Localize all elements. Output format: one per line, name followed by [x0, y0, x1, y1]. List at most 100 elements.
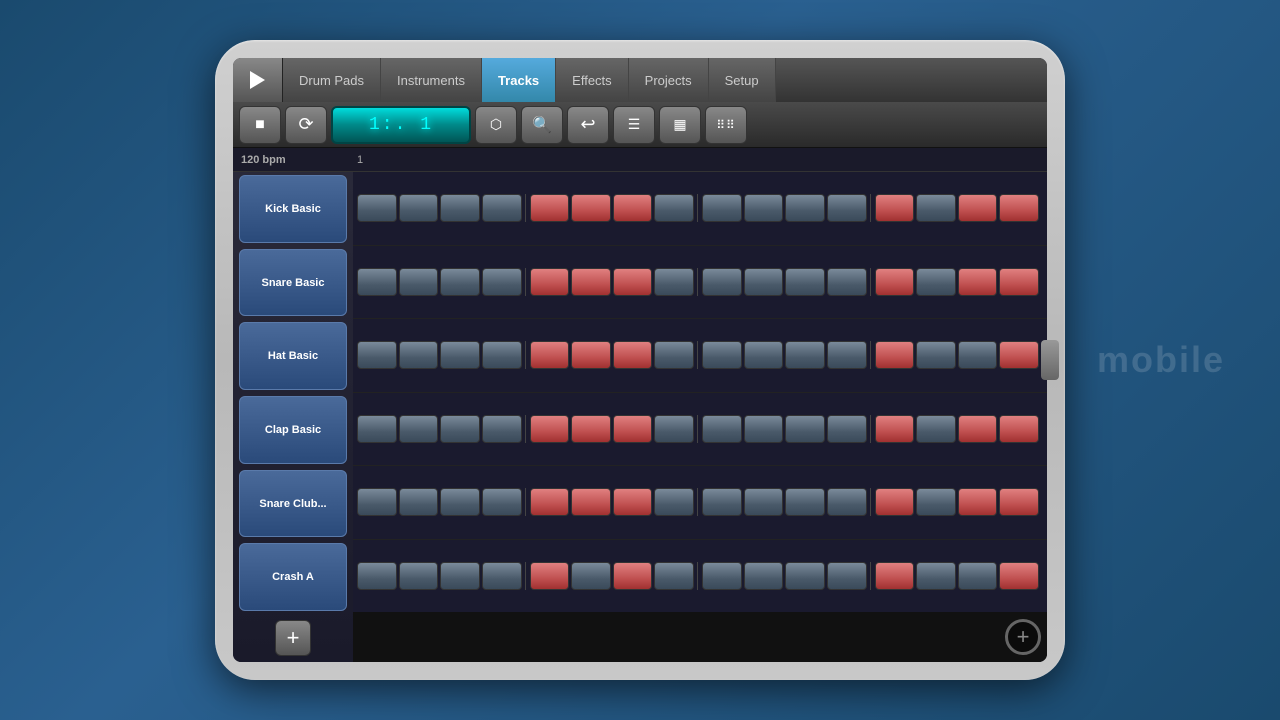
pad[interactable] — [999, 341, 1039, 369]
search-button[interactable]: 🔍 — [521, 106, 563, 144]
track-label-hat[interactable]: Hat Basic — [239, 322, 347, 390]
pad[interactable] — [654, 268, 694, 296]
pad[interactable] — [744, 488, 784, 516]
pad[interactable] — [440, 341, 480, 369]
pad[interactable] — [875, 194, 915, 222]
pad[interactable] — [702, 562, 742, 590]
pad[interactable] — [613, 341, 653, 369]
pad[interactable] — [399, 488, 439, 516]
pad[interactable] — [482, 488, 522, 516]
tab-instruments[interactable]: Instruments — [381, 58, 482, 102]
track-label-snare[interactable]: Snare Basic — [239, 249, 347, 317]
tab-setup[interactable]: Setup — [709, 58, 776, 102]
pad[interactable] — [357, 415, 397, 443]
pad[interactable] — [613, 268, 653, 296]
pad[interactable] — [958, 415, 998, 443]
pad[interactable] — [958, 341, 998, 369]
pad[interactable] — [785, 194, 825, 222]
pad[interactable] — [744, 268, 784, 296]
pad[interactable] — [357, 562, 397, 590]
pad[interactable] — [357, 194, 397, 222]
undo-button[interactable]: ↩ — [567, 106, 609, 144]
pad[interactable] — [654, 341, 694, 369]
pad[interactable] — [357, 268, 397, 296]
pad[interactable] — [399, 341, 439, 369]
pad[interactable] — [482, 341, 522, 369]
pad[interactable] — [440, 415, 480, 443]
pad[interactable] — [482, 194, 522, 222]
pad[interactable] — [702, 415, 742, 443]
pad[interactable] — [827, 194, 867, 222]
pad[interactable] — [613, 488, 653, 516]
pad[interactable] — [744, 194, 784, 222]
track-label-clap[interactable]: Clap Basic — [239, 396, 347, 464]
pad[interactable] — [399, 562, 439, 590]
pad[interactable] — [613, 415, 653, 443]
pad[interactable] — [654, 562, 694, 590]
pad[interactable] — [399, 415, 439, 443]
pad[interactable] — [916, 488, 956, 516]
pad[interactable] — [702, 194, 742, 222]
pad[interactable] — [654, 488, 694, 516]
pad[interactable] — [440, 268, 480, 296]
pad[interactable] — [999, 488, 1039, 516]
pad[interactable] — [702, 341, 742, 369]
pad[interactable] — [827, 562, 867, 590]
pad[interactable] — [999, 415, 1039, 443]
pad[interactable] — [482, 562, 522, 590]
pad[interactable] — [654, 194, 694, 222]
pad[interactable] — [702, 268, 742, 296]
pad[interactable] — [827, 488, 867, 516]
pad[interactable] — [785, 341, 825, 369]
add-track-button[interactable]: + — [275, 620, 311, 656]
pad[interactable] — [827, 341, 867, 369]
pad[interactable] — [571, 194, 611, 222]
tab-effects[interactable]: Effects — [556, 58, 629, 102]
pad[interactable] — [785, 488, 825, 516]
grid-view-button[interactable]: ▦ — [659, 106, 701, 144]
pad[interactable] — [916, 562, 956, 590]
dots-button[interactable]: ⠿⠿ — [705, 106, 747, 144]
pad[interactable] — [875, 341, 915, 369]
pad[interactable] — [916, 341, 956, 369]
pad[interactable] — [357, 488, 397, 516]
pad[interactable] — [916, 415, 956, 443]
pad[interactable] — [916, 194, 956, 222]
pad[interactable] — [958, 488, 998, 516]
pad[interactable] — [875, 268, 915, 296]
pad[interactable] — [571, 341, 611, 369]
pad[interactable] — [571, 268, 611, 296]
pad[interactable] — [785, 562, 825, 590]
tab-projects[interactable]: Projects — [629, 58, 709, 102]
add-track-circle-button[interactable]: + — [1005, 619, 1041, 655]
side-button[interactable] — [1041, 340, 1059, 380]
pad[interactable] — [613, 562, 653, 590]
pad[interactable] — [744, 562, 784, 590]
pad[interactable] — [999, 562, 1039, 590]
pad[interactable] — [827, 415, 867, 443]
pad[interactable] — [744, 415, 784, 443]
stop-button[interactable]: ■ — [239, 106, 281, 144]
pad[interactable] — [440, 562, 480, 590]
pad[interactable] — [613, 194, 653, 222]
pad[interactable] — [785, 268, 825, 296]
tab-tracks[interactable]: Tracks — [482, 58, 556, 102]
pad[interactable] — [702, 488, 742, 516]
loop-button[interactable]: ⟳ — [285, 106, 327, 144]
pad[interactable] — [875, 415, 915, 443]
pad[interactable] — [785, 415, 825, 443]
metronome-button[interactable]: ⬡ — [475, 106, 517, 144]
pad[interactable] — [875, 488, 915, 516]
pad[interactable] — [958, 268, 998, 296]
pad[interactable] — [530, 415, 570, 443]
list-view-button[interactable]: ☰ — [613, 106, 655, 144]
pad[interactable] — [571, 488, 611, 516]
pad[interactable] — [744, 341, 784, 369]
pad[interactable] — [958, 562, 998, 590]
pad[interactable] — [530, 194, 570, 222]
pad[interactable] — [440, 488, 480, 516]
pad[interactable] — [440, 194, 480, 222]
pad[interactable] — [999, 268, 1039, 296]
pad[interactable] — [875, 562, 915, 590]
pad[interactable] — [999, 194, 1039, 222]
